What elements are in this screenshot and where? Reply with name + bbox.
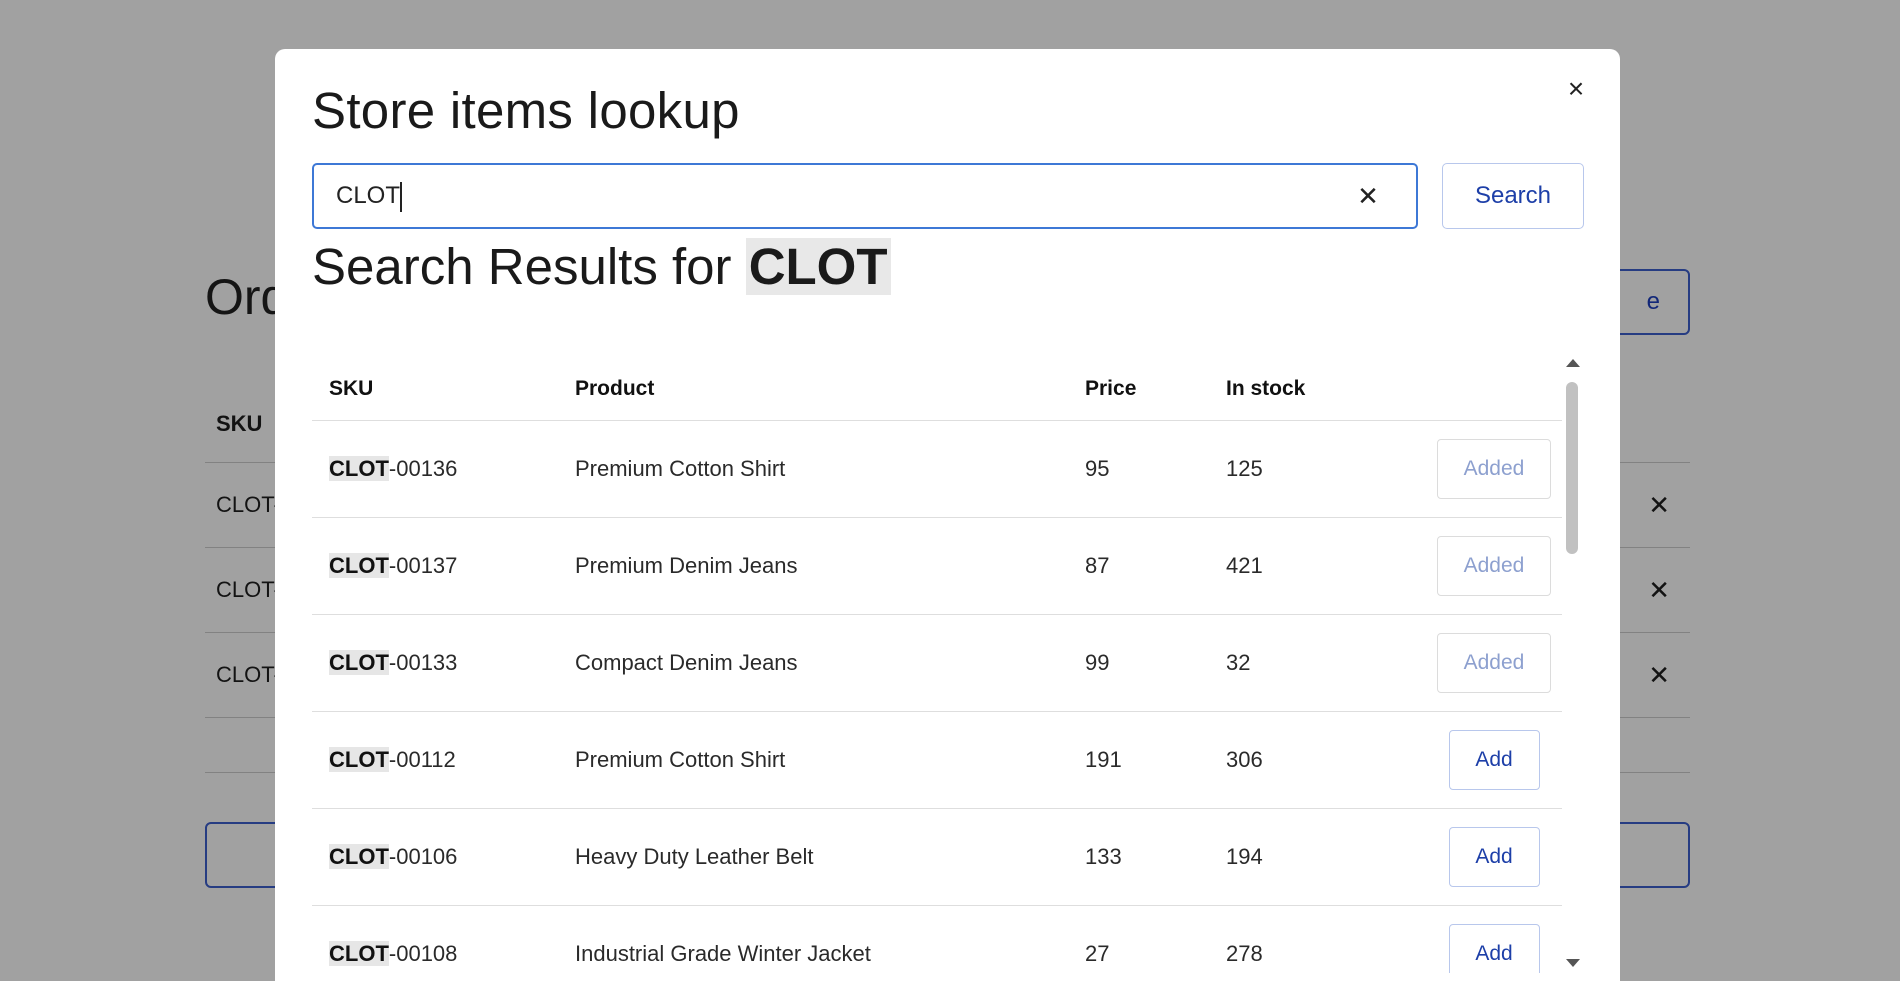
product-cell: Premium Denim Jeans — [575, 553, 798, 578]
added-button: Added — [1437, 633, 1551, 693]
action-cell: Added — [1426, 633, 1562, 693]
stock-cell: 278 — [1226, 941, 1263, 966]
scroll-up-arrow-icon[interactable] — [1566, 359, 1580, 367]
results-table: SKU Product Price In stock CLOT-00136 Pr… — [312, 357, 1562, 973]
scrollbar-thumb[interactable] — [1566, 382, 1578, 554]
sku-cell: CLOT-00136 — [312, 456, 575, 482]
scroll-down-arrow-icon[interactable] — [1566, 959, 1580, 967]
action-cell: Add — [1426, 827, 1562, 887]
product-cell: Premium Cotton Shirt — [575, 456, 786, 481]
sku-suffix: -00137 — [388, 553, 458, 578]
close-icon[interactable]: × — [1560, 73, 1592, 105]
stock-cell: 32 — [1226, 650, 1251, 675]
table-row: CLOT-00108 Industrial Grade Winter Jacke… — [312, 906, 1562, 973]
column-header-in-stock: In stock — [1226, 376, 1306, 400]
results-query: CLOT — [745, 238, 891, 295]
price-cell: 133 — [1085, 844, 1122, 869]
action-cell: Added — [1426, 536, 1562, 596]
store-items-lookup-modal: × Store items lookup ✕ Search Search Res… — [275, 49, 1620, 981]
table-row: CLOT-00136 Premium Cotton Shirt 95 125 A… — [312, 421, 1562, 518]
search-input-container: ✕ — [312, 163, 1418, 229]
sku-match-highlight: CLOT — [329, 553, 389, 578]
sku-cell: CLOT-00133 — [312, 650, 575, 676]
sku-suffix: -00133 — [388, 650, 458, 675]
stock-cell: 125 — [1226, 456, 1263, 481]
sku-match-highlight: CLOT — [329, 747, 389, 772]
sku-cell: CLOT-00108 — [312, 941, 575, 967]
results-heading-prefix: Search Results for — [312, 238, 732, 295]
search-button[interactable]: Search — [1442, 163, 1584, 229]
sku-cell: CLOT-00112 — [312, 747, 575, 773]
product-cell: Premium Cotton Shirt — [575, 747, 786, 772]
search-bar: ✕ Search — [312, 163, 1584, 229]
modal-title: Store items lookup — [312, 82, 740, 139]
stock-cell: 421 — [1226, 553, 1263, 578]
product-cell: Heavy Duty Leather Belt — [575, 844, 814, 869]
column-header-product: Product — [575, 376, 655, 400]
action-cell: Added — [1426, 439, 1562, 499]
table-row: CLOT-00133 Compact Denim Jeans 99 32 Add… — [312, 615, 1562, 712]
price-cell: 99 — [1085, 650, 1110, 675]
results-scrollbar[interactable] — [1563, 359, 1583, 967]
text-caret — [400, 182, 402, 212]
add-button[interactable]: Add — [1448, 827, 1540, 887]
price-cell: 95 — [1085, 456, 1110, 481]
stock-cell: 306 — [1226, 747, 1263, 772]
add-button[interactable]: Add — [1448, 730, 1540, 790]
stock-cell: 194 — [1226, 844, 1263, 869]
sku-suffix: -00106 — [388, 844, 458, 869]
product-cell: Compact Denim Jeans — [575, 650, 798, 675]
added-button: Added — [1437, 536, 1551, 596]
results-table-header: SKU Product Price In stock — [312, 357, 1562, 421]
sku-match-highlight: CLOT — [329, 650, 389, 675]
sku-suffix: -00108 — [388, 941, 458, 966]
sku-match-highlight: CLOT — [329, 941, 389, 966]
clear-search-icon[interactable]: ✕ — [1350, 178, 1386, 214]
add-button[interactable]: Add — [1448, 924, 1540, 973]
column-header-price: Price — [1085, 376, 1137, 400]
sku-suffix: -00112 — [388, 747, 456, 772]
results-heading: Search Results for CLOT — [312, 237, 891, 296]
sku-match-highlight: CLOT — [329, 456, 389, 481]
sku-cell: CLOT-00137 — [312, 553, 575, 579]
sku-match-highlight: CLOT — [329, 844, 389, 869]
search-input[interactable] — [336, 165, 1336, 227]
sku-cell: CLOT-00106 — [312, 844, 575, 870]
price-cell: 191 — [1085, 747, 1122, 772]
action-cell: Add — [1426, 924, 1562, 973]
table-row: CLOT-00106 Heavy Duty Leather Belt 133 1… — [312, 809, 1562, 906]
price-cell: 87 — [1085, 553, 1110, 578]
table-row: CLOT-00112 Premium Cotton Shirt 191 306 … — [312, 712, 1562, 809]
column-header-sku: SKU — [329, 376, 374, 400]
table-row: CLOT-00137 Premium Denim Jeans 87 421 Ad… — [312, 518, 1562, 615]
sku-suffix: -00136 — [388, 456, 458, 481]
price-cell: 27 — [1085, 941, 1110, 966]
added-button: Added — [1437, 439, 1551, 499]
action-cell: Add — [1426, 730, 1562, 790]
product-cell: Industrial Grade Winter Jacket — [575, 941, 871, 966]
